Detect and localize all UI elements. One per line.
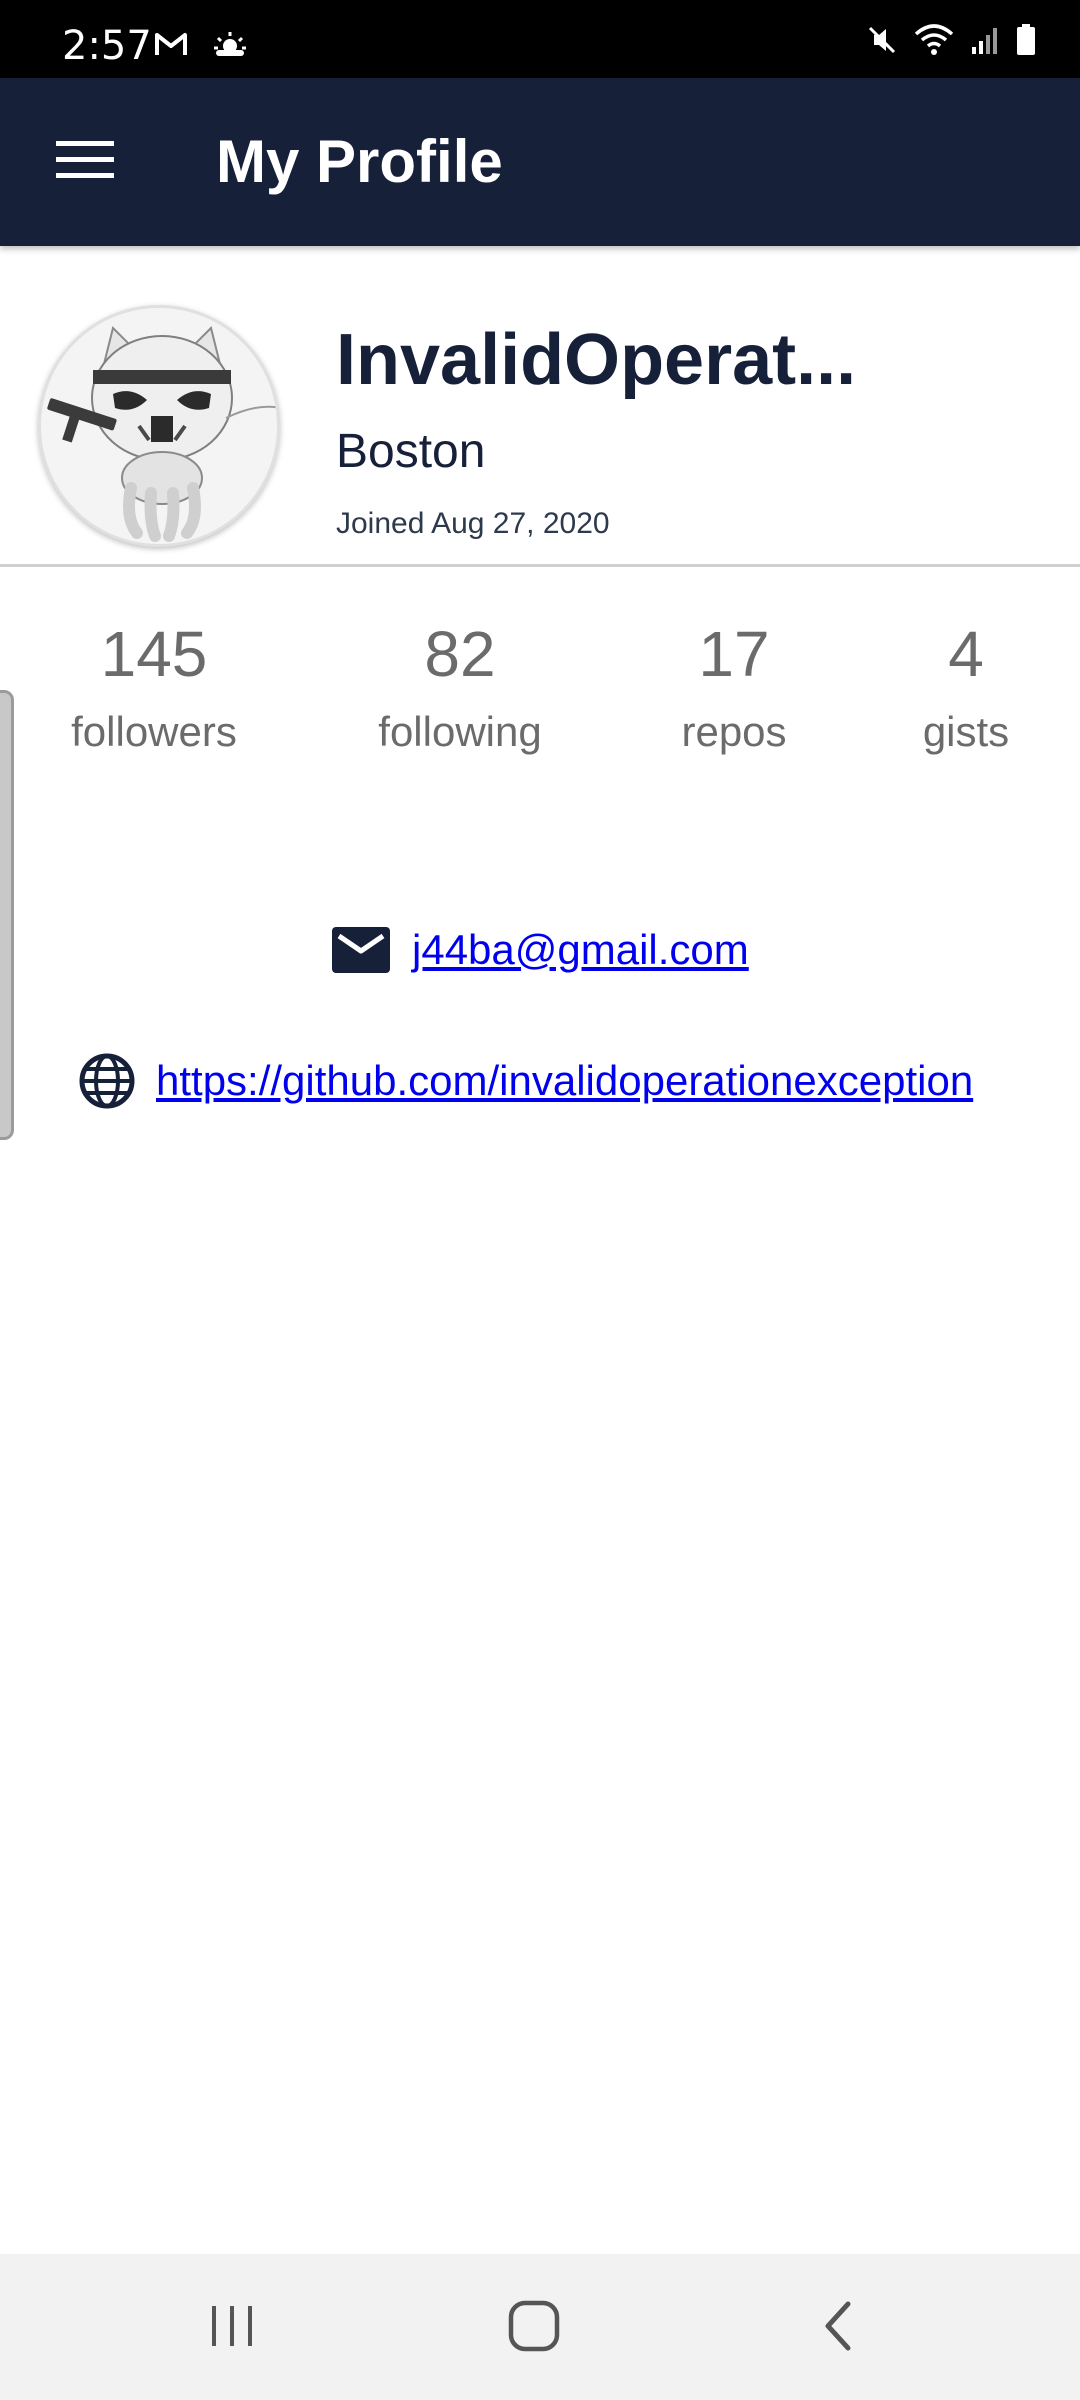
stat-repos[interactable]: 17 repos: [654, 616, 814, 760]
globe-icon: [78, 1052, 136, 1110]
back-icon: [818, 2300, 858, 2357]
app-bar: My Profile: [0, 78, 1080, 246]
profile-joined-date: Joined Aug 27, 2020: [336, 507, 610, 540]
weather-icon: [212, 30, 248, 63]
status-time: 2:57: [62, 23, 152, 69]
stat-label: repos: [681, 708, 787, 755]
home-icon: [507, 2299, 561, 2358]
back-button[interactable]: [778, 2290, 898, 2366]
page-title: My Profile: [216, 128, 503, 195]
email-row: j44ba@gmail.com: [332, 924, 749, 976]
status-bar: 2:57: [0, 0, 1080, 78]
signal-icon: [970, 25, 1000, 60]
home-button[interactable]: [474, 2290, 594, 2366]
recent-apps-icon: [208, 2302, 256, 2355]
divider: [0, 564, 1080, 567]
stat-value: 17: [698, 618, 770, 690]
battery-icon: [1016, 24, 1036, 61]
stat-value: 145: [100, 618, 208, 690]
menu-button[interactable]: [40, 122, 130, 202]
stat-followers[interactable]: 145 followers: [48, 616, 260, 760]
system-nav-bar: [0, 2254, 1080, 2400]
gmail-icon: [154, 31, 188, 62]
stat-label: gists: [922, 708, 1010, 755]
stat-value: 4: [948, 618, 984, 690]
stat-following[interactable]: 82 following: [356, 616, 564, 760]
drawer-handle[interactable]: [0, 690, 14, 1140]
wifi-icon: [914, 24, 954, 61]
website-link[interactable]: https://github.com/invalidoperationexcep…: [156, 1055, 973, 1107]
email-link[interactable]: j44ba@gmail.com: [412, 924, 749, 976]
stat-label: followers: [71, 708, 237, 755]
profile-name: InvalidOperat...: [336, 320, 857, 400]
email-icon: [332, 927, 390, 973]
profile-location: Boston: [336, 425, 486, 478]
hamburger-menu-icon: [56, 139, 114, 186]
stat-gists[interactable]: 4 gists: [896, 616, 1036, 760]
avatar: [38, 305, 280, 547]
mute-icon: [866, 24, 898, 61]
stat-value: 82: [424, 618, 496, 690]
website-row: https://github.com/invalidoperationexcep…: [78, 1052, 973, 1110]
recent-apps-button[interactable]: [172, 2290, 292, 2366]
stat-label: following: [378, 708, 542, 755]
